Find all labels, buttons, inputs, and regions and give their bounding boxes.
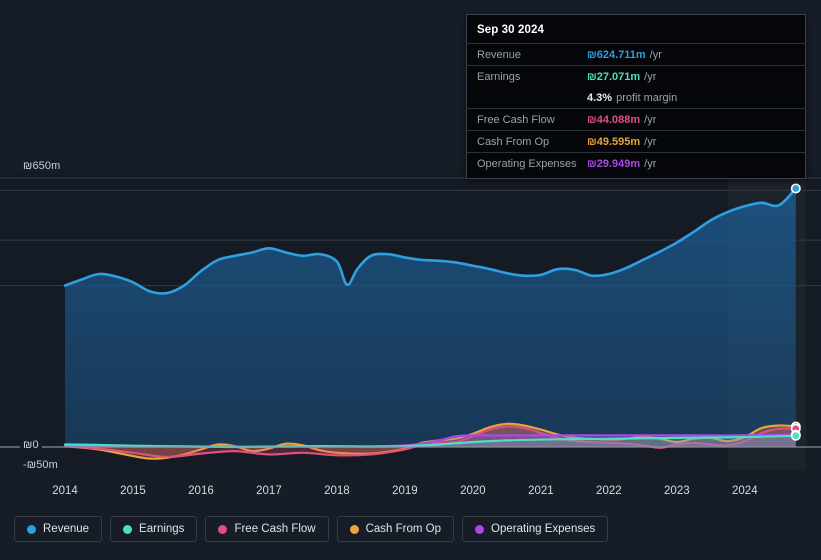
legend-label: Operating Expenses: [491, 523, 596, 535]
legend-item-cash-from-op[interactable]: Cash From Op: [336, 516, 455, 542]
chart-legend: Revenue Earnings Free Cash Flow Cash From O…: [14, 516, 609, 542]
x-axis-tick-2021: 2021: [528, 485, 554, 497]
profit-margin-value: 4.3%: [587, 91, 613, 104]
x-axis-tick-2023: 2023: [664, 485, 690, 497]
legend-color-dot-icon: [27, 524, 36, 534]
x-axis-tick-2018: 2018: [324, 485, 350, 497]
tooltip-value: ₪624.711m: [587, 48, 646, 61]
tooltip-row-revenue: Revenue ₪624.711m /yr: [467, 43, 805, 65]
tooltip-row-earnings: Earnings ₪27.071m /yr: [467, 65, 805, 87]
tooltip-unit: /yr: [644, 70, 657, 83]
tooltip-value: ₪27.071m: [587, 70, 641, 83]
legend-color-dot-icon: [123, 524, 133, 534]
tooltip-key: Earnings: [477, 70, 521, 83]
tooltip-row-profit-margin: 4.3% profit margin: [467, 87, 805, 108]
tooltip-unit: /yr: [644, 113, 657, 126]
x-axis-tick-2014: 2014: [52, 485, 78, 497]
y-axis-label-bottom: -₪50m: [20, 459, 61, 471]
legend-label: Cash From Op: [365, 523, 442, 535]
tooltip-value: ₪49.595m: [587, 135, 641, 148]
legend-item-earnings[interactable]: Earnings: [110, 516, 198, 542]
x-axis-tick-2017: 2017: [256, 485, 282, 497]
legend-item-free-cash-flow[interactable]: Free Cash Flow: [205, 516, 329, 542]
tooltip-unit: /yr: [644, 135, 657, 148]
tooltip-key: Cash From Op: [477, 135, 550, 148]
legend-color-dot-icon: [475, 524, 485, 534]
tooltip-row-cash-from-op: Cash From Op ₪49.595m /yr: [467, 130, 805, 152]
x-axis-tick-2020: 2020: [460, 485, 486, 497]
tooltip-unit: /yr: [649, 48, 662, 61]
x-axis-tick-2019: 2019: [392, 485, 418, 497]
tooltip-value: ₪29.949m: [587, 157, 641, 170]
tooltip-key: Free Cash Flow: [477, 113, 555, 126]
legend-label: Earnings: [139, 523, 185, 535]
legend-item-operating-expenses[interactable]: Operating Expenses: [462, 516, 609, 542]
tooltip-key: Revenue: [477, 48, 522, 61]
tooltip-value: ₪44.088m: [587, 113, 641, 126]
chart-tooltip: Sep 30 2024 Revenue ₪624.711m /yr Earnin…: [466, 14, 806, 179]
y-axis-label-top: ₪650m: [20, 160, 64, 172]
legend-label: Revenue: [43, 523, 90, 535]
legend-label: Free Cash Flow: [234, 523, 316, 535]
tooltip-unit: /yr: [644, 157, 657, 170]
x-axis-tick-2024: 2024: [732, 485, 758, 497]
x-axis-tick-2015: 2015: [120, 485, 146, 497]
tooltip-date: Sep 30 2024: [477, 24, 544, 36]
x-axis-tick-2016: 2016: [188, 485, 214, 497]
legend-item-revenue[interactable]: Revenue: [14, 516, 103, 542]
tooltip-key: Operating Expenses: [477, 157, 577, 170]
tooltip-row-operating-expenses: Operating Expenses ₪29.949m /yr: [467, 152, 805, 174]
tooltip-row-free-cash-flow: Free Cash Flow ₪44.088m /yr: [467, 108, 805, 130]
revenue-earnings-chart: ₪650m ₪0 -₪50m 2014 2015 2016 2017 2018 2019 2…: [0, 0, 821, 560]
legend-color-dot-icon: [349, 524, 359, 534]
y-axis-label-zero: ₪0: [20, 439, 42, 451]
profit-margin-label: profit margin: [616, 91, 678, 104]
x-axis-tick-2022: 2022: [596, 485, 622, 497]
legend-color-dot-icon: [218, 524, 228, 534]
